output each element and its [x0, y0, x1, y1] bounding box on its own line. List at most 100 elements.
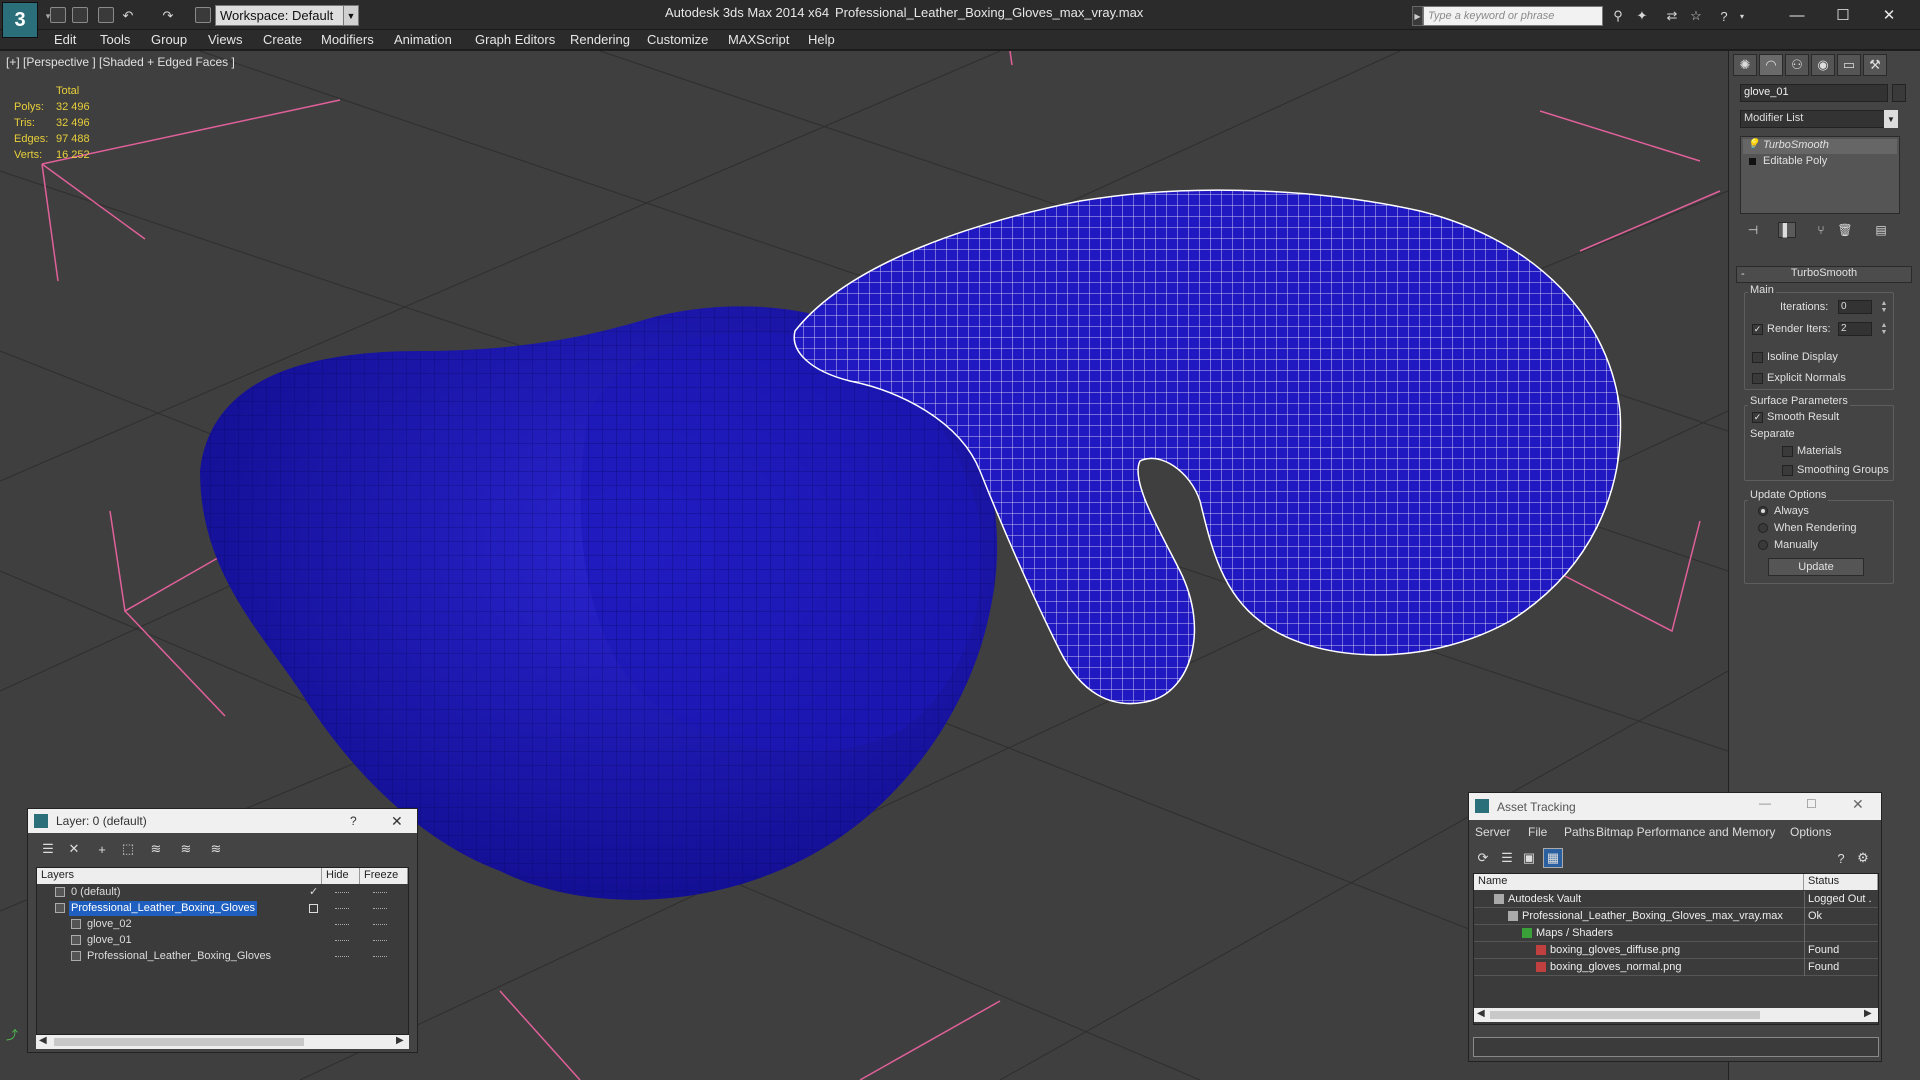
render-iters-spinner-arrows-icon[interactable]: ▲ ▼: [1880, 322, 1888, 336]
favorites-star-icon[interactable]: ☆: [1688, 8, 1704, 24]
freeze-toggle[interactable]: [373, 956, 387, 958]
always-radio[interactable]: [1758, 506, 1768, 516]
open-file-icon[interactable]: [72, 7, 88, 23]
layer-col-layers[interactable]: Layers: [37, 868, 322, 884]
save-file-icon[interactable]: [98, 7, 114, 23]
freeze-toggle[interactable]: [373, 892, 387, 894]
iterations-spinner[interactable]: 0: [1838, 300, 1872, 314]
layer-scroll-thumb[interactable]: [54, 1038, 304, 1046]
freeze-toggle[interactable]: [373, 924, 387, 926]
layer-dialog-titlebar[interactable]: Layer: 0 (default) ? ✕: [28, 809, 417, 833]
manually-radio[interactable]: [1758, 540, 1768, 550]
refresh-icon[interactable]: ⟳: [1473, 848, 1493, 868]
layer-row[interactable]: Professional_Leather_Boxing_Gloves: [37, 949, 408, 965]
layer-col-hide[interactable]: Hide: [322, 868, 360, 884]
layer-row[interactable]: glove_02: [37, 917, 408, 933]
asset-menu-options[interactable]: Options: [1790, 825, 1831, 839]
help-icon[interactable]: ?: [1716, 8, 1732, 24]
asset-col-status[interactable]: Status: [1804, 874, 1878, 890]
pin-stack-icon[interactable]: ⊣: [1744, 222, 1762, 238]
asset-dialog-titlebar[interactable]: Asset Tracking — ☐ ✕: [1469, 793, 1881, 820]
asset-menu-file[interactable]: File: [1528, 825, 1547, 839]
layer-dialog-help-button[interactable]: ?: [350, 814, 357, 828]
asset-row[interactable]: Autodesk Vault Logged Out .: [1474, 891, 1878, 908]
search-input[interactable]: Type a keyword or phrase: [1423, 6, 1603, 26]
create-tab-icon[interactable]: ✺: [1733, 54, 1757, 76]
freeze-all-layers-icon[interactable]: ≋: [206, 839, 226, 859]
scroll-left-icon[interactable]: ◀: [39, 1035, 47, 1046]
menu-customize[interactable]: Customize: [647, 32, 708, 47]
asset-row[interactable]: boxing_gloves_diffuse.png Found: [1474, 942, 1878, 959]
menu-views[interactable]: Views: [208, 32, 242, 47]
turbosmooth-rollout-header[interactable]: - TurboSmooth: [1736, 266, 1912, 283]
hide-all-layers-icon[interactable]: ≋: [176, 839, 196, 859]
smooth-result-checkbox[interactable]: ✓: [1752, 412, 1763, 423]
asset-horizontal-scrollbar[interactable]: ◀ ▶: [1474, 1008, 1878, 1022]
freeze-toggle[interactable]: [373, 940, 387, 942]
modify-tab-icon[interactable]: ◠: [1759, 54, 1783, 76]
add-to-layer-icon[interactable]: +: [92, 839, 112, 859]
stack-item-turbosmooth[interactable]: 💡 TurboSmooth: [1743, 139, 1897, 154]
communication-icon[interactable]: ⇄: [1664, 8, 1680, 24]
delete-layer-icon[interactable]: ✕: [64, 839, 84, 859]
highlight-layer-icon[interactable]: ≋: [146, 839, 166, 859]
hide-toggle[interactable]: [335, 924, 349, 926]
menu-create[interactable]: Create: [263, 32, 302, 47]
freeze-toggle[interactable]: [373, 908, 387, 910]
create-layer-icon[interactable]: ☰: [38, 839, 58, 859]
motion-tab-icon[interactable]: ◉: [1811, 54, 1835, 76]
asset-dialog-maximize-icon[interactable]: ☐: [1806, 797, 1817, 811]
when-rendering-radio[interactable]: [1758, 523, 1768, 533]
layer-row[interactable]: glove_01: [37, 933, 408, 949]
search-expand-icon[interactable]: ▶: [1412, 6, 1423, 26]
update-button[interactable]: Update: [1768, 558, 1864, 576]
layer-dialog-close-icon[interactable]: ✕: [391, 813, 403, 830]
asset-row[interactable]: boxing_gloves_normal.png Found: [1474, 959, 1878, 976]
hide-toggle[interactable]: [335, 956, 349, 958]
modifier-list-dropdown[interactable]: Modifier List: [1740, 110, 1898, 128]
layer-col-freeze[interactable]: Freeze: [360, 868, 408, 884]
app-logo-icon[interactable]: 3: [2, 2, 38, 38]
current-layer-check-icon[interactable]: ✓: [309, 885, 318, 898]
utilities-tab-icon[interactable]: ⚒: [1863, 54, 1887, 76]
iterations-spinner-arrows-icon[interactable]: ▲ ▼: [1880, 300, 1888, 314]
collapse-icon[interactable]: -: [1741, 268, 1745, 280]
asset-settings-icon[interactable]: ⚙: [1853, 848, 1873, 868]
asset-dialog-close-icon[interactable]: ✕: [1852, 796, 1864, 813]
hide-toggle[interactable]: [335, 940, 349, 942]
viewport-label[interactable]: [+] [Perspective ] [Shaded + Edged Faces…: [6, 55, 235, 69]
explicit-normals-checkbox[interactable]: [1752, 373, 1763, 384]
modifier-list-arrow-icon[interactable]: ▼: [1884, 110, 1898, 128]
table-view-icon[interactable]: ▦: [1543, 848, 1563, 868]
asset-menu-paths[interactable]: Paths: [1564, 825, 1595, 839]
layer-row[interactable]: 0 (default) ✓: [37, 885, 408, 901]
thumbnail-view-icon[interactable]: ▣: [1519, 848, 1539, 868]
scroll-right-icon[interactable]: ▶: [396, 1035, 404, 1046]
maximize-icon[interactable]: ☐: [1820, 3, 1866, 27]
remove-modifier-icon[interactable]: 🗑: [1836, 222, 1854, 238]
object-color-swatch[interactable]: [1892, 84, 1906, 102]
isoline-display-checkbox[interactable]: [1752, 352, 1763, 363]
menu-modifiers[interactable]: Modifiers: [321, 32, 374, 47]
minimize-icon[interactable]: —: [1774, 3, 1820, 27]
configure-sets-icon[interactable]: ▤: [1872, 222, 1890, 238]
new-file-icon[interactable]: [50, 7, 66, 23]
menu-rendering[interactable]: Rendering: [570, 32, 630, 47]
menu-graph-editors[interactable]: Graph Editors: [475, 32, 555, 47]
asset-menu-bitmap-performance[interactable]: Bitmap Performance and Memory: [1596, 825, 1775, 839]
expand-box-icon[interactable]: [1749, 158, 1756, 165]
asset-col-name[interactable]: Name: [1474, 874, 1804, 890]
asset-dialog-minimize-icon[interactable]: —: [1759, 796, 1771, 810]
menu-edit[interactable]: Edit: [54, 32, 76, 47]
menu-group[interactable]: Group: [151, 32, 187, 47]
layer-row[interactable]: Professional_Leather_Boxing_Gloves: [37, 901, 408, 917]
workspace-dropdown-arrow-icon[interactable]: ▼: [343, 5, 359, 26]
stack-item-editable-poly[interactable]: Editable Poly: [1743, 155, 1897, 170]
make-unique-icon[interactable]: ⑂: [1812, 222, 1830, 238]
menu-animation[interactable]: Animation: [394, 32, 452, 47]
lightbulb-icon[interactable]: 💡: [1747, 139, 1759, 150]
asset-scroll-left-icon[interactable]: ◀: [1477, 1008, 1485, 1019]
menu-tools[interactable]: Tools: [100, 32, 130, 47]
select-objects-in-layer-icon[interactable]: ⬚: [118, 839, 138, 859]
render-iters-checkbox[interactable]: ✓: [1752, 324, 1763, 335]
